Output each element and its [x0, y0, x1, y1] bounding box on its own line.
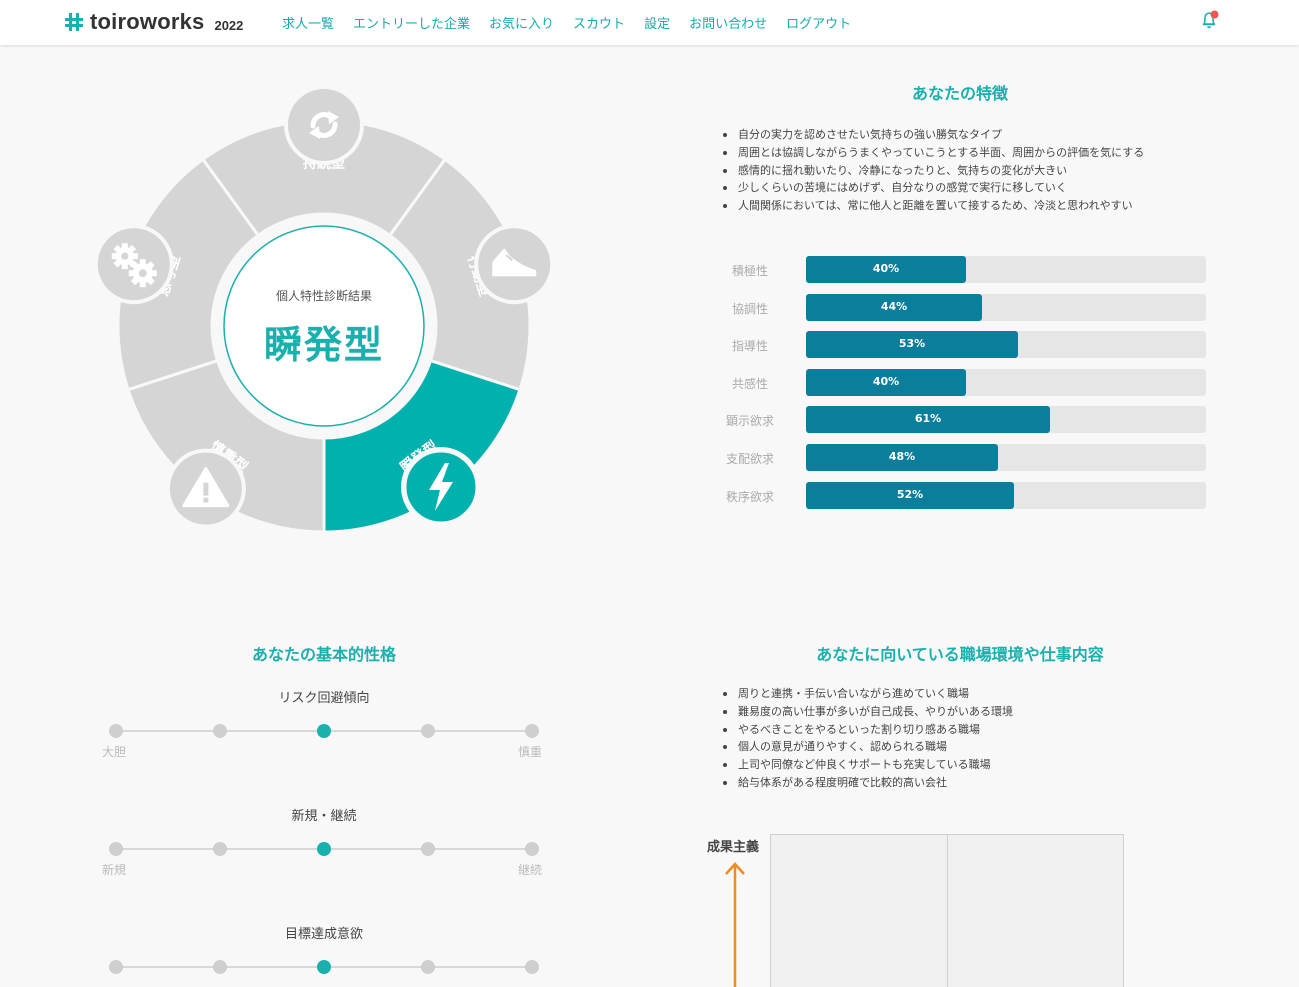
slider-dot — [421, 724, 435, 738]
top-header: toiroworks 2022 求人一覧 エントリーした企業 お気に入り スカウ… — [0, 0, 1299, 45]
bar-row: 秩序欲求 52% — [720, 481, 1206, 509]
bar-value: 40% — [872, 374, 900, 388]
bar-label: 共感性 — [731, 376, 768, 391]
bar-label: 顕示欲求 — [725, 414, 774, 429]
features-list: 自分の実力を認めさせたい気持ちの強い勝気なタイプ 周囲とは協調しながらうまくやっ… — [720, 126, 1144, 215]
slider-dot — [109, 724, 123, 738]
slider-dot — [525, 724, 539, 738]
features-title: あなたの特徴 — [911, 84, 1008, 103]
bell-icon[interactable] — [1199, 9, 1221, 31]
workplace-title: あなたに向いている職場環境や仕事内容 — [816, 645, 1104, 664]
logo[interactable]: toiroworks 2022 — [64, 9, 243, 35]
slider-dot — [213, 842, 227, 856]
bar-fill: 52% — [806, 481, 1014, 509]
bar-fill: 44% — [806, 293, 982, 321]
bar-row: 共感性 40% — [720, 368, 1206, 396]
refresh-icon — [284, 85, 364, 165]
slider-dot — [421, 960, 435, 974]
list-item: 個人の意見が通りやすく、認められる職場 — [720, 738, 1013, 756]
main-nav: 求人一覧 エントリーした企業 お気に入り スカウト 設定 お問い合わせ ログアウ… — [282, 13, 870, 32]
bar-fill: 61% — [806, 406, 1050, 434]
bar-track: 40% — [806, 368, 1206, 396]
bar-value: 44% — [880, 299, 908, 313]
bar-row: 積極性 40% — [720, 256, 1206, 283]
bar-label: 協調性 — [731, 301, 768, 316]
list-item: 周りと連携・手伝い合いながら進めていく職場 — [720, 685, 1013, 703]
list-item: 上司や同僚など仲良くサポートも充実している職場 — [720, 756, 1013, 774]
logo-year: 2022 — [214, 17, 244, 33]
bar-row: 顕示欲求 61% — [720, 406, 1206, 434]
bar-label: 指導性 — [731, 339, 768, 354]
logo-text: toiroworks — [90, 9, 205, 34]
gears-icon — [93, 224, 174, 305]
wheel-center-caption: 個人特性診断結果 — [275, 289, 372, 303]
nav-favorites[interactable]: お気に入り — [489, 13, 554, 32]
bar-fill: 40% — [806, 368, 966, 396]
slider-dot — [109, 842, 123, 856]
nav-jobs[interactable]: 求人一覧 — [282, 13, 334, 32]
slider-dot — [317, 724, 331, 738]
bar-track: 61% — [806, 406, 1206, 434]
nav-settings[interactable]: 設定 — [644, 13, 670, 32]
slider-right-label: 継続 — [518, 863, 543, 877]
slider-dot — [109, 960, 123, 974]
slider-dot — [525, 960, 539, 974]
bar-value: 53% — [898, 337, 926, 351]
bar-track: 52% — [806, 481, 1206, 509]
bar-track: 48% — [806, 444, 1206, 471]
bar-track: 53% — [806, 331, 1206, 359]
bar-label: 秩序欲求 — [725, 489, 774, 504]
bar-row: 協調性 44% — [720, 293, 1206, 321]
trait-title: リスク回避傾向 — [278, 691, 370, 706]
bar-label: 支配欲求 — [725, 452, 774, 466]
slider-left-label: 大胆 — [102, 745, 127, 759]
bar-row: 指導性 53% — [720, 331, 1206, 359]
bar-row: 支配欲求 48% — [720, 444, 1206, 471]
list-item: 周囲とは協調しながらうまくやっていこうとする半面、周囲からの評価を気にする — [720, 144, 1144, 162]
list-item: 自分の実力を認めさせたい気持ちの強い勝気なタイプ — [720, 126, 1144, 144]
basic-title: あなたの基本的性格 — [251, 645, 396, 664]
slider-left-label: 新規 — [102, 863, 127, 877]
lightning-icon — [400, 446, 481, 527]
arrow-up-icon — [725, 862, 745, 987]
warning-icon — [165, 448, 246, 529]
bar-label: 積極性 — [731, 264, 768, 278]
bar-track: 40% — [806, 256, 1206, 283]
list-item: 難易度の高い仕事が多いが自己成長、やりがいある環境 — [720, 703, 1013, 721]
bar-value: 61% — [914, 412, 942, 426]
matrix-divider — [947, 835, 948, 987]
hash-logo-icon — [65, 13, 83, 31]
list-item: やるべきことをやるといった割り切り感ある職場 — [720, 721, 1013, 739]
bar-fill: 40% — [806, 256, 966, 283]
personality-wheel: 持続型行動型瞬発型慎重型思考型 — [93, 85, 555, 534]
wheel-center-type: 瞬発型 — [263, 323, 384, 367]
slider-dot — [525, 842, 539, 856]
nav-entries[interactable]: エントリーした企業 — [353, 13, 470, 32]
slider-dot — [213, 724, 227, 738]
bar-fill: 53% — [806, 331, 1018, 359]
nav-contact[interactable]: お問い合わせ — [689, 13, 767, 32]
list-item: 少しくらいの苦境にはめげず、自分なりの感覚で実行に移していく — [720, 179, 1144, 197]
slider-right-label: 慎重 — [518, 745, 543, 759]
nav-scout[interactable]: スカウト — [573, 13, 625, 32]
bar-fill: 48% — [806, 444, 998, 471]
sneaker-icon — [474, 224, 555, 305]
bar-track: 44% — [806, 293, 1206, 321]
bar-value: 48% — [888, 450, 916, 463]
bar-value: 52% — [896, 487, 924, 501]
workplace-list: 周りと連携・手伝い合いながら進めていく職場 難易度の高い仕事が多いが自己成長、や… — [720, 685, 1013, 792]
slider-dot — [317, 842, 331, 856]
bar-value: 40% — [872, 262, 900, 275]
list-item: 給与体系がある程度明確で比較的高い会社 — [720, 774, 1013, 792]
slider-dot — [421, 842, 435, 856]
matrix-axis-label: 成果主義 — [707, 840, 760, 855]
workplace-matrix — [770, 834, 1124, 987]
nav-logout[interactable]: ログアウト — [786, 13, 851, 32]
slider-dot — [213, 960, 227, 974]
slider-dot — [317, 960, 331, 974]
list-item: 人間関係においては、常に他人と距離を置いて接するため、冷淡と思われやすい — [720, 197, 1144, 215]
trait-title: 目標達成意欲 — [284, 927, 363, 942]
list-item: 感情的に揺れ動いたり、冷静になったりと、気持ちの変化が大きい — [720, 162, 1144, 180]
trait-title: 新規・継続 — [291, 809, 357, 824]
